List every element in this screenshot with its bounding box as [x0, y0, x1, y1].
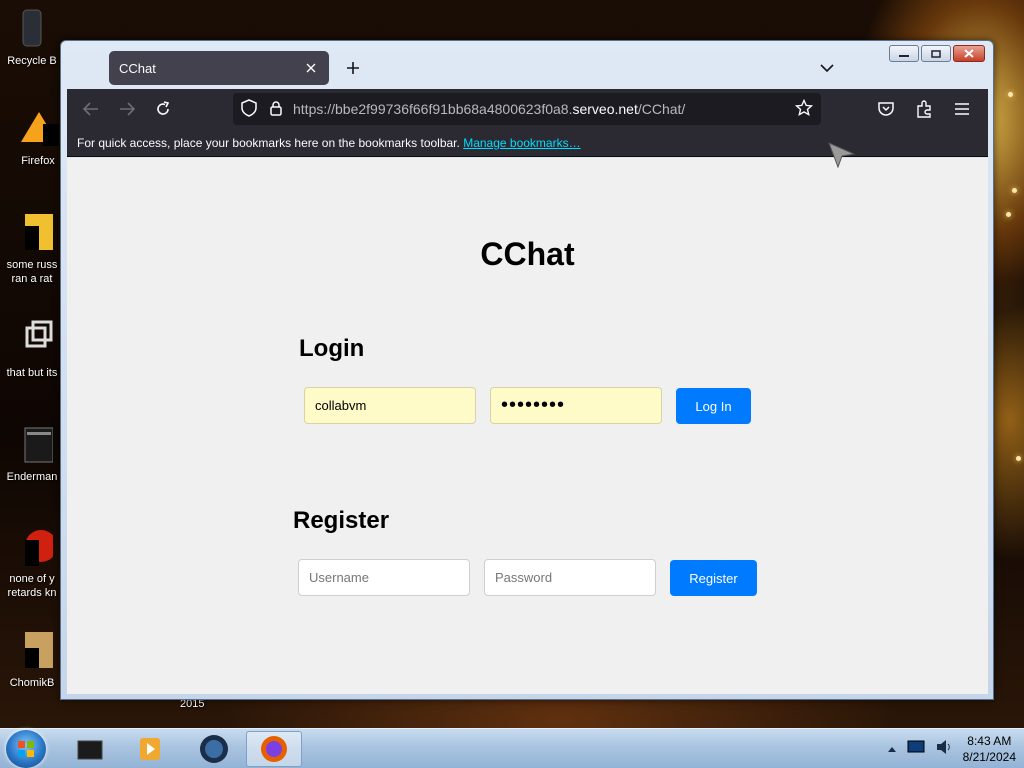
manage-bookmarks-link[interactable]: Manage bookmarks…: [463, 136, 580, 150]
desktop-icon-shortcut[interactable]: that but its: [2, 320, 62, 380]
desktop-icon-file-2[interactable]: none of y retards kn: [2, 526, 62, 600]
new-tab-button[interactable]: [343, 58, 363, 78]
url-prefix: https://bbe2f99736f66f91bb68a4800623f0a8…: [293, 101, 573, 117]
url-host: serveo.net: [572, 101, 638, 117]
globe-icon: [200, 735, 228, 763]
triangle-up-icon: [887, 747, 896, 752]
extensions-button[interactable]: [906, 93, 942, 125]
desktop-icon-label: Enderman: [6, 471, 58, 483]
mouse-cursor: [828, 142, 856, 173]
windows-logo-icon: [18, 741, 34, 757]
volume-tray-icon[interactable]: [935, 739, 953, 760]
page-content: CChat Login collabvm •••••••• Log In Reg…: [67, 158, 988, 694]
close-icon: [306, 63, 316, 73]
clock-date: 8/21/2024: [962, 750, 1016, 764]
tab-cchat[interactable]: CChat: [109, 51, 329, 85]
star-icon: [794, 98, 814, 116]
tracking-protection-shield-icon[interactable]: [241, 98, 257, 120]
bookmark-star-button[interactable]: [794, 98, 814, 120]
register-password-input[interactable]: Password: [484, 559, 656, 596]
reload-button[interactable]: [145, 93, 181, 125]
back-button[interactable]: [73, 93, 109, 125]
desktop-icon-recycle-bin[interactable]: Recycle B: [2, 8, 62, 68]
page-title: CChat: [480, 236, 575, 272]
desktop-icon-chomikbox[interactable]: ChomikB: [2, 630, 62, 690]
desktop-icon-label: Recycle B: [7, 55, 57, 67]
clock-time: 8:43 AM: [967, 734, 1012, 748]
url-bar[interactable]: https://bbe2f99736f66f91bb68a4800623f0a8…: [233, 93, 821, 125]
media-player-icon: [140, 738, 160, 760]
login-password-input[interactable]: ••••••••: [490, 387, 662, 424]
tab-title: CChat: [119, 60, 156, 76]
window-icon: [11, 424, 54, 466]
system-tray: 8:43 AM 8/21/2024: [887, 729, 1016, 768]
hamburger-menu-icon: [955, 103, 969, 115]
wallpaper-sparkle: [1012, 188, 1017, 193]
desktop-icon-file[interactable]: some russ ran a rat: [2, 212, 62, 286]
puzzle-piece-icon: [917, 100, 931, 118]
taskbar-firefox[interactable]: [246, 731, 302, 767]
register-button[interactable]: Register: [670, 560, 757, 596]
pocket-button[interactable]: [868, 93, 904, 125]
wallpaper-sparkle: [1006, 212, 1011, 217]
arrow-right-icon: [120, 102, 135, 116]
wallpaper-sparkle: [1016, 456, 1021, 461]
firefox-icon: [17, 108, 59, 150]
app-menu-button[interactable]: [944, 93, 980, 125]
wallpaper-sparkle: [1008, 92, 1013, 97]
file-icon: [11, 212, 53, 254]
red-circle-icon: [11, 526, 57, 568]
bookmarks-hint-text: For quick access, place your bookmarks h…: [77, 136, 460, 150]
browser-window[interactable]: CChat https://bbe2f99736f66f91bb68a48006…: [60, 40, 994, 700]
desktop-icon-firefox[interactable]: Firefox: [8, 108, 68, 168]
login-username-input[interactable]: collabvm: [304, 387, 476, 424]
url-path: /CChat/: [637, 101, 686, 117]
tab-close-button[interactable]: [303, 60, 319, 76]
register-username-input[interactable]: Username: [298, 559, 470, 596]
desktop-icon-label: Firefox: [21, 155, 55, 167]
taskbar-app-1[interactable]: [62, 731, 118, 767]
taskbar-app-3[interactable]: [186, 731, 242, 767]
desktop-icon-label: some russ ran a rat: [6, 259, 58, 285]
url-text[interactable]: https://bbe2f99736f66f91bb68a4800623f0a8…: [293, 101, 795, 117]
chevron-down-icon: [820, 64, 834, 73]
display-tray-icon[interactable]: [907, 740, 925, 759]
arrow-left-icon: [83, 102, 98, 116]
desktop-icon-label: that but its: [6, 367, 58, 379]
desktop-icon-label: ChomikB: [9, 677, 55, 689]
taskbar: 8:43 AM 8/21/2024: [0, 728, 1024, 768]
lock-icon[interactable]: [269, 100, 283, 119]
navigation-toolbar: https://bbe2f99736f66f91bb68a4800623f0a8…: [67, 89, 988, 129]
windows-stack-icon: [11, 320, 53, 362]
toolbar-right: [868, 93, 980, 125]
login-heading: Login: [299, 335, 365, 362]
plus-icon: [347, 62, 359, 74]
reload-icon: [157, 101, 170, 115]
register-heading: Register: [293, 507, 390, 534]
cursor-arrow-icon: [828, 142, 856, 169]
taskbar-clock[interactable]: 8:43 AM 8/21/2024: [963, 733, 1016, 765]
pocket-icon: [878, 102, 894, 116]
desktop-icon-enderman[interactable]: Enderman: [2, 424, 62, 484]
desktop-icon-label: none of y retards kn: [7, 573, 57, 599]
chomik-icon: [11, 630, 53, 672]
show-hidden-icons-button[interactable]: [887, 740, 897, 758]
firefox-icon: [261, 736, 287, 762]
black-box-icon: [77, 740, 103, 760]
tab-strip: CChat: [67, 49, 987, 89]
forward-button[interactable]: [109, 93, 145, 125]
list-all-tabs-button[interactable]: [817, 58, 837, 78]
recycle-bin-icon: [11, 8, 53, 50]
start-button[interactable]: [6, 730, 46, 768]
login-button[interactable]: Log In: [676, 388, 751, 424]
taskbar-media-player[interactable]: [122, 731, 178, 767]
